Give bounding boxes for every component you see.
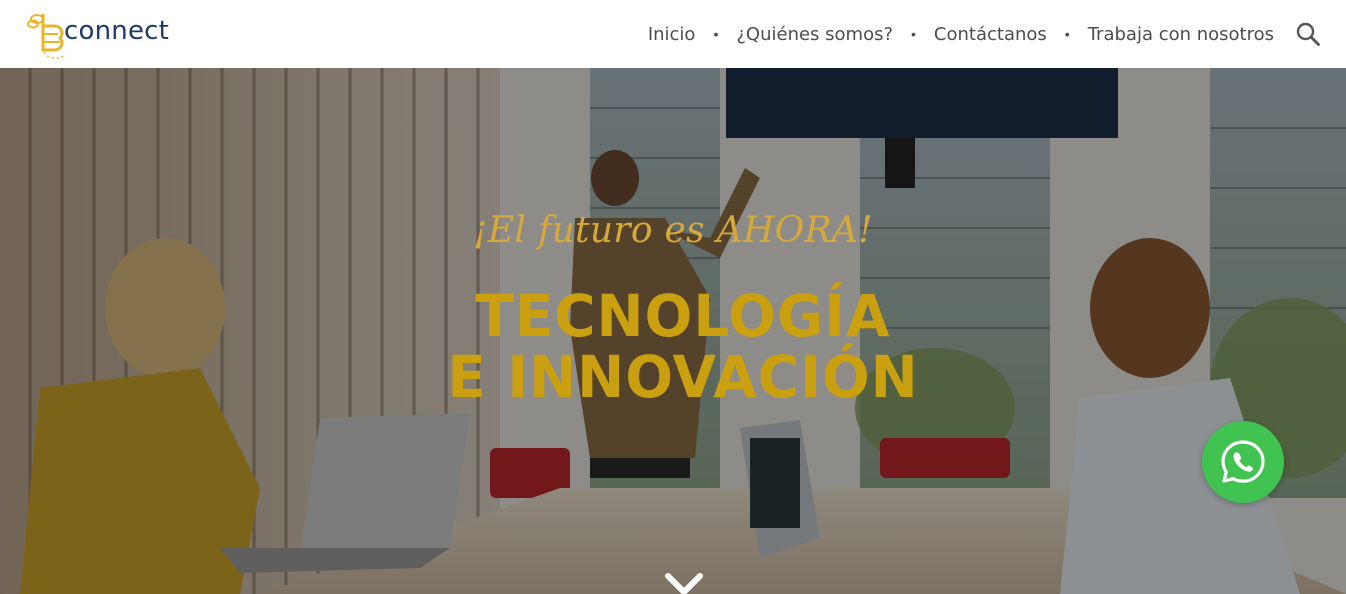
nav-separator: • xyxy=(911,26,916,42)
bee-logo-icon xyxy=(27,14,66,59)
whatsapp-button[interactable] xyxy=(1202,421,1284,503)
nav-item-quienes-somos[interactable]: ¿Quiénes somos? xyxy=(736,24,893,45)
search-button[interactable] xyxy=(1294,20,1322,48)
whatsapp-icon xyxy=(1221,440,1265,483)
search-icon xyxy=(1296,22,1320,46)
site-header: connect Inicio • ¿Quiénes somos? • Contá… xyxy=(0,0,1346,68)
nav-separator: • xyxy=(1064,26,1070,42)
chevron-down-icon xyxy=(665,573,703,594)
hero-headline: TECNOLOGÍA E INNOVACIÓN xyxy=(20,286,1345,408)
hero-headline-line-1: TECNOLOGÍA xyxy=(475,282,891,350)
hero-headline-line-2: E INNOVACIÓN xyxy=(447,343,919,411)
scroll-down-button[interactable] xyxy=(662,570,706,594)
nav-separator: • xyxy=(713,26,719,42)
hero-tagline: ¡El futuro es AHORA! xyxy=(473,210,873,251)
nav-item-contactanos[interactable]: Contáctanos xyxy=(934,24,1047,45)
main-nav: Inicio • ¿Quiénes somos? • Contáctanos •… xyxy=(648,20,1322,48)
hero-section: ¡El futuro es AHORA! TECNOLOGÍA E INNOVA… xyxy=(0,68,1346,594)
brand-name: connect xyxy=(64,16,170,46)
brand-logo[interactable]: connect xyxy=(24,6,169,62)
nav-item-trabaja-con-nosotros[interactable]: Trabaja con nosotros xyxy=(1088,24,1274,45)
nav-item-inicio[interactable]: Inicio xyxy=(648,24,696,45)
